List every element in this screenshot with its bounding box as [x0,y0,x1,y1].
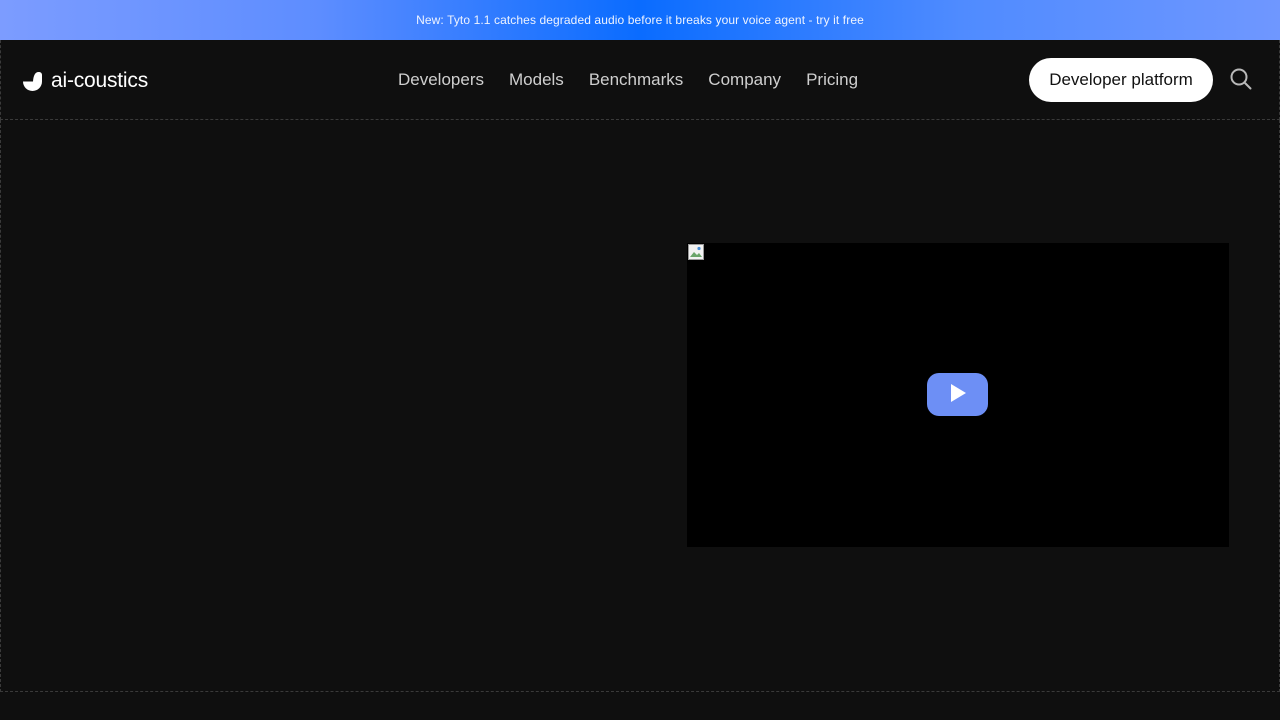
announcement-bar[interactable]: New: Tyto 1.1 catches degraded audio bef… [0,0,1280,40]
site-header: ai-coustics Developers Models Benchmarks… [0,40,1280,120]
announcement-text[interactable]: New: Tyto 1.1 catches degraded audio bef… [416,13,864,27]
developer-platform-button[interactable]: Developer platform [1029,58,1213,102]
video-play-button[interactable] [927,373,988,416]
nav-item-pricing[interactable]: Pricing [806,68,858,92]
hero-section [0,120,1280,692]
search-button[interactable] [1229,68,1253,92]
nav-item-developers[interactable]: Developers [398,68,484,92]
nav-item-company[interactable]: Company [708,68,781,92]
logo-link[interactable]: ai-coustics [22,69,148,93]
bird-logo-icon [22,71,43,92]
video-embed[interactable] [687,243,1229,547]
logo-text: ai-coustics [51,69,148,92]
nav-item-benchmarks[interactable]: Benchmarks [589,68,683,92]
next-section-edge [0,692,1280,720]
broken-image-icon [688,244,704,260]
search-icon [1230,68,1252,93]
nav-item-models[interactable]: Models [509,68,564,92]
play-icon [949,383,967,406]
main-nav: Developers Models Benchmarks Company Pri… [398,68,858,92]
